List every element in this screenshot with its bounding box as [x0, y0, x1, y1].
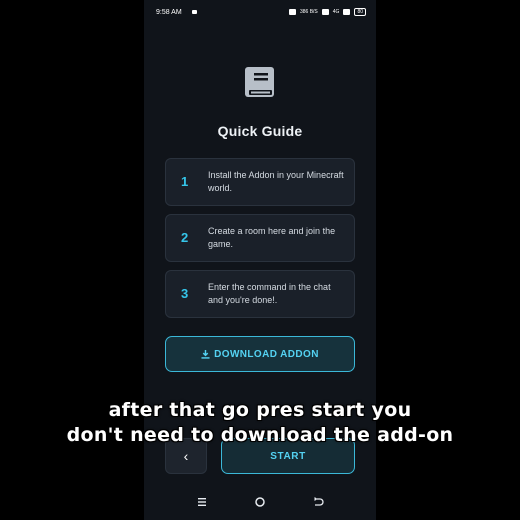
chevron-left-icon: ‹ — [183, 448, 189, 464]
step-text: Install the Addon in your Minecraft worl… — [208, 170, 344, 193]
status-icons: 386 B/S 4G 80 — [288, 8, 366, 16]
step-number: 2 — [181, 230, 189, 245]
book-icon — [245, 67, 274, 97]
battery-icon: 80 — [354, 8, 366, 16]
system-nav-bar — [144, 492, 376, 514]
step-card-2: 2 Create a room here and join the game. — [165, 214, 355, 262]
status-time: 9:58 AM — [156, 9, 182, 16]
signal-label: 4G — [332, 9, 340, 15]
caption-line-1: after that go pres start you — [108, 399, 412, 421]
step-number: 3 — [181, 286, 189, 301]
download-icon — [201, 349, 210, 359]
home-icon[interactable] — [254, 496, 266, 508]
step-text: Create a room here and join the game. — [208, 226, 336, 249]
step-number: 1 — [181, 174, 189, 189]
camera-notification-icon — [192, 10, 197, 14]
back-nav-icon[interactable] — [312, 496, 324, 508]
mute-icon — [288, 9, 296, 15]
net-speed: 386 B/S — [299, 9, 318, 15]
wifi-icon — [321, 9, 329, 15]
signal-icon — [343, 9, 351, 15]
start-label: START — [270, 450, 306, 462]
download-addon-button[interactable]: DOWNLOAD ADDON — [165, 336, 355, 372]
status-bar: 9:58 AM 386 B/S 4G 80 — [144, 0, 376, 26]
step-card-3: 3 Enter the command in the chat and you'… — [165, 270, 355, 318]
menu-icon[interactable] — [196, 496, 208, 508]
step-text: Enter the command in the chat and you're… — [208, 282, 331, 305]
caption-line-2: don't need to download the add-on — [66, 424, 454, 446]
page-title: Quick Guide — [217, 123, 303, 139]
step-card-1: 1 Install the Addon in your Minecraft wo… — [165, 158, 355, 206]
download-label: DOWNLOAD ADDON — [214, 348, 319, 360]
